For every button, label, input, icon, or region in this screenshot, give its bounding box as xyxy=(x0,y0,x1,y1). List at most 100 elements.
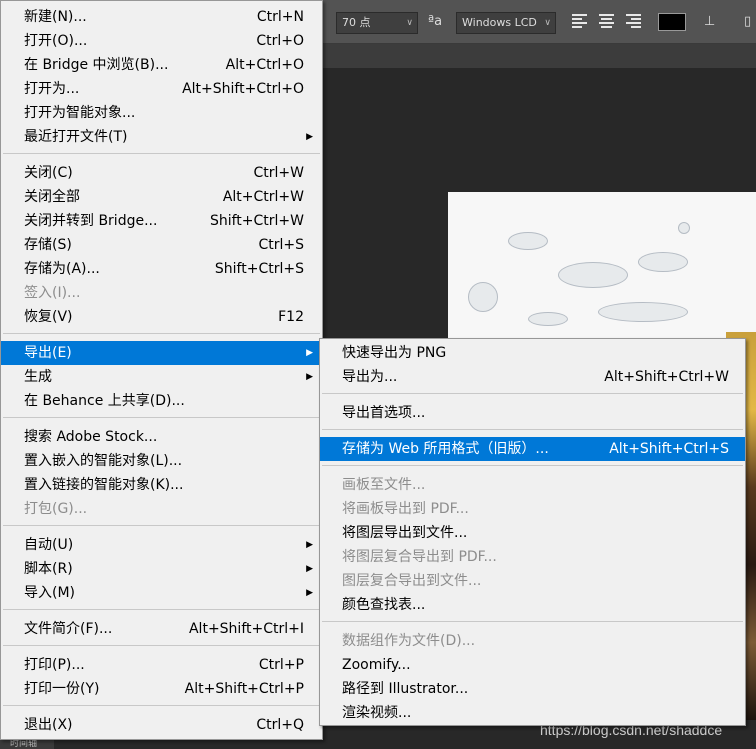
submenu-arrow-icon: ▶ xyxy=(306,564,313,574)
text-color-swatch[interactable] xyxy=(658,13,686,31)
menu-item-paths-to-illustrator[interactable]: 路径到 Illustrator... xyxy=(320,677,745,701)
menu-separator xyxy=(3,609,320,610)
aa-icon: ªa xyxy=(428,14,443,29)
file-menu: 新建(N)... Ctrl+N 打开(O)... Ctrl+O 在 Bridge 中… xyxy=(0,0,323,740)
submenu-arrow-icon: ▶ xyxy=(306,348,313,358)
menu-item-data-sets-as-files: 数据组作为文件(D)... xyxy=(320,629,745,653)
menu-item-print[interactable]: 打印(P)... Ctrl+P xyxy=(1,653,322,677)
menu-item-new[interactable]: 新建(N)... Ctrl+N xyxy=(1,5,322,29)
menu-item-export-preferences[interactable]: 导出首选项... xyxy=(320,401,745,425)
antialias-value: Windows LCD xyxy=(462,16,537,29)
chevron-down-icon: ∨ xyxy=(406,18,413,28)
menu-item-layers-to-files[interactable]: 将图层导出到文件... xyxy=(320,521,745,545)
menu-separator xyxy=(3,417,320,418)
menu-separator xyxy=(3,333,320,334)
menu-item-recent-files[interactable]: 最近打开文件(T) ▶ xyxy=(1,125,322,149)
menu-separator xyxy=(3,645,320,646)
menu-item-browse-bridge[interactable]: 在 Bridge 中浏览(B)... Alt+Ctrl+O xyxy=(1,53,322,77)
menu-item-place-linked[interactable]: 置入链接的智能对象(K)... xyxy=(1,473,322,497)
menu-item-close[interactable]: 关闭(C) Ctrl+W xyxy=(1,161,322,185)
menu-item-search-adobe-stock[interactable]: 搜索 Adobe Stock... xyxy=(1,425,322,449)
menu-item-label: 将图层导出到文件... xyxy=(342,525,468,541)
menu-item-label: 数据组作为文件(D)... xyxy=(342,633,476,649)
menu-item-share-behance[interactable]: 在 Behance 上共享(D)... xyxy=(1,389,322,413)
menu-item-save-as[interactable]: 存储为(A)... Shift+Ctrl+S xyxy=(1,257,322,281)
menu-item-label: 打开为智能对象... xyxy=(24,105,136,121)
menu-item-label: 签入(I)... xyxy=(24,285,81,301)
align-center-icon[interactable] xyxy=(599,14,614,29)
menu-item-render-video[interactable]: 渲染视频... xyxy=(320,701,745,725)
menu-item-artboards-to-pdf: 将画板导出到 PDF... xyxy=(320,497,745,521)
warp-text-icon[interactable]: ⊥ xyxy=(704,12,715,32)
menu-item-label: 打印一份(Y) xyxy=(24,681,100,697)
align-left-icon[interactable] xyxy=(572,14,587,29)
menu-item-label: 新建(N)... xyxy=(24,9,87,25)
menu-item-open[interactable]: 打开(O)... Ctrl+O xyxy=(1,29,322,53)
antialias-select[interactable]: Windows LCD ∨ xyxy=(456,12,556,34)
menu-item-close-all[interactable]: 关闭全部 Alt+Ctrl+W xyxy=(1,185,322,209)
menu-item-revert[interactable]: 恢复(V) F12 xyxy=(1,305,322,329)
menu-item-shortcut: Ctrl+W xyxy=(253,165,304,181)
menu-item-color-lookup-tables[interactable]: 颜色查找表... xyxy=(320,593,745,617)
menu-item-label: 图层复合导出到文件... xyxy=(342,573,482,589)
submenu-arrow-icon: ▶ xyxy=(306,372,313,382)
menu-item-label: 导入(M) xyxy=(24,585,76,601)
menu-item-label: 脚本(R) xyxy=(24,561,73,577)
menu-item-zoomify[interactable]: Zoomify... xyxy=(320,653,745,677)
menu-item-label: 关闭并转到 Bridge... xyxy=(24,213,158,229)
menu-item-shortcut: F12 xyxy=(278,309,304,325)
menu-item-label: 关闭(C) xyxy=(24,165,73,181)
menu-item-label: 打包(G)... xyxy=(24,501,88,517)
menu-item-label: 存储为(A)... xyxy=(24,261,100,277)
menu-separator xyxy=(322,393,743,394)
water-splash xyxy=(508,232,548,250)
menu-item-shortcut: Shift+Ctrl+W xyxy=(209,213,304,229)
menu-item-label: 置入嵌入的智能对象(L)... xyxy=(24,453,183,469)
menu-item-generate[interactable]: 生成 ▶ xyxy=(1,365,322,389)
menu-item-shortcut: Ctrl+P xyxy=(258,657,304,673)
menu-item-shortcut: Alt+Ctrl+W xyxy=(222,189,304,205)
menu-item-export-as[interactable]: 导出为... Alt+Shift+Ctrl+W xyxy=(320,365,745,389)
menu-item-close-go-bridge[interactable]: 关闭并转到 Bridge... Shift+Ctrl+W xyxy=(1,209,322,233)
menu-item-label: 最近打开文件(T) xyxy=(24,129,128,145)
menu-item-scripts[interactable]: 脚本(R) ▶ xyxy=(1,557,322,581)
menu-item-place-embedded[interactable]: 置入嵌入的智能对象(L)... xyxy=(1,449,322,473)
menu-item-label: 打印(P)... xyxy=(24,657,85,673)
menu-item-label: 打开为... xyxy=(24,81,80,97)
menu-item-save[interactable]: 存储(S) Ctrl+S xyxy=(1,233,322,257)
menu-item-open-smart-object[interactable]: 打开为智能对象... xyxy=(1,101,322,125)
menu-item-import[interactable]: 导入(M) ▶ xyxy=(1,581,322,605)
menu-item-shortcut: Shift+Ctrl+S xyxy=(214,261,304,277)
menu-item-label: 颜色查找表... xyxy=(342,597,426,613)
menu-item-open-as[interactable]: 打开为... Alt+Shift+Ctrl+O xyxy=(1,77,322,101)
menu-item-shortcut: Ctrl+Q xyxy=(256,717,304,733)
menu-item-label: 导出首选项... xyxy=(342,405,426,421)
menu-item-label: 渲染视频... xyxy=(342,705,412,721)
menu-item-print-one-copy[interactable]: 打印一份(Y) Alt+Shift+Ctrl+P xyxy=(1,677,322,701)
menu-item-label: 搜索 Adobe Stock... xyxy=(24,429,158,445)
menu-separator xyxy=(322,429,743,430)
menu-item-exit[interactable]: 退出(X) Ctrl+Q xyxy=(1,713,322,737)
align-right-icon[interactable] xyxy=(626,14,641,29)
menu-item-save-for-web[interactable]: 存储为 Web 所用格式（旧版）... Alt+Shift+Ctrl+S xyxy=(320,437,745,461)
menu-item-file-info[interactable]: 文件简介(F)... Alt+Shift+Ctrl+I xyxy=(1,617,322,641)
submenu-arrow-icon: ▶ xyxy=(306,588,313,598)
menu-item-export[interactable]: 导出(E) ▶ xyxy=(1,341,322,365)
water-splash xyxy=(468,282,498,312)
water-splash xyxy=(638,252,688,272)
menu-item-shortcut: Alt+Shift+Ctrl+P xyxy=(184,681,304,697)
menu-item-shortcut: Ctrl+O xyxy=(256,33,304,49)
panel-toggle-icon[interactable]: ▯ xyxy=(744,12,751,32)
timeline-tab[interactable]: 时间轴 xyxy=(0,739,54,749)
menu-item-label: 存储为 Web 所用格式（旧版）... xyxy=(342,441,549,457)
menu-item-label: 在 Bridge 中浏览(B)... xyxy=(24,57,169,73)
menu-item-quick-export-png[interactable]: 快速导出为 PNG xyxy=(320,341,745,365)
font-size-select[interactable]: 70 点 ∨ xyxy=(336,12,418,34)
menu-item-automate[interactable]: 自动(U) ▶ xyxy=(1,533,322,557)
menu-item-shortcut: Ctrl+N xyxy=(256,9,304,25)
menu-item-label: 在 Behance 上共享(D)... xyxy=(24,393,185,409)
menu-item-layer-comps-to-pdf: 将图层复合导出到 PDF... xyxy=(320,545,745,569)
menu-item-check-in: 签入(I)... xyxy=(1,281,322,305)
menu-separator xyxy=(322,465,743,466)
chevron-down-icon: ∨ xyxy=(544,18,551,28)
